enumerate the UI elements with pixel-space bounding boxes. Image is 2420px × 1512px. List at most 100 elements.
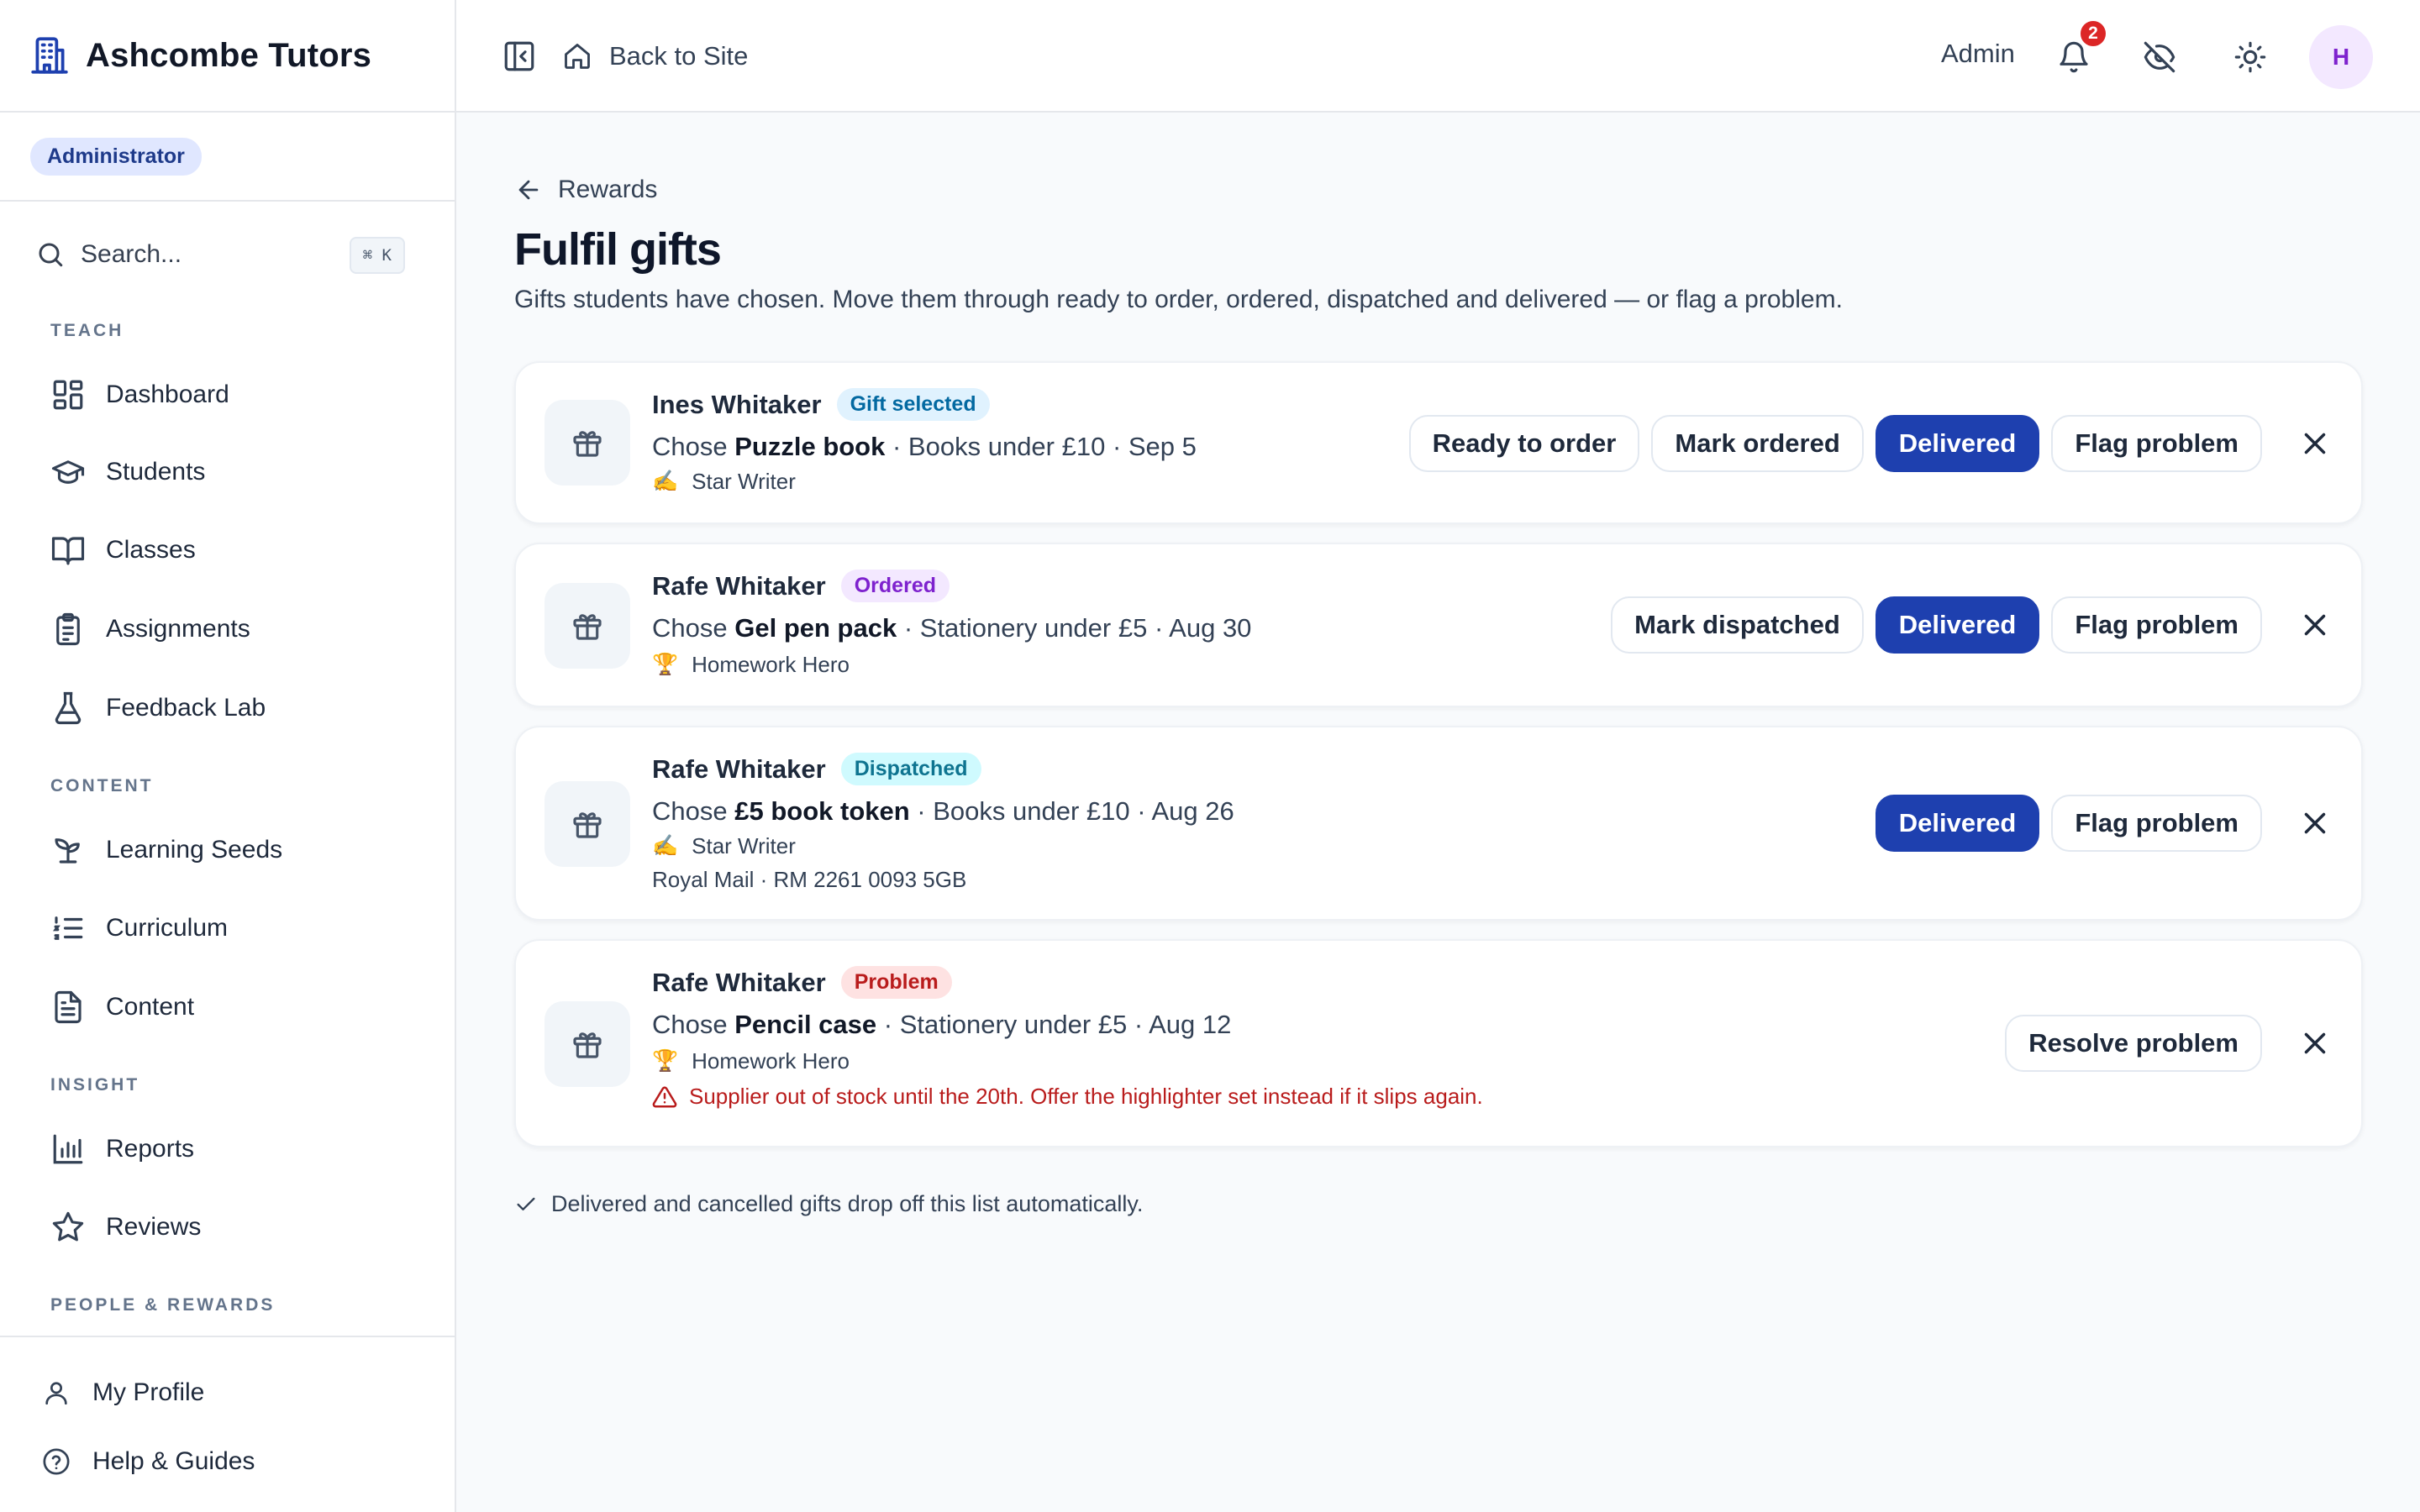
topbar: Back to Site Admin 2 H (456, 0, 2420, 113)
reward-badge-label: Star Writer (692, 469, 796, 494)
tracking-info: Royal Mail · RM 2261 0093 5GB (652, 867, 967, 892)
sidebar-item-feedback-lab[interactable]: Feedback Lab (35, 678, 422, 738)
eye-off-icon[interactable] (2143, 40, 2176, 74)
search-label: Search... (81, 240, 182, 268)
sprout-icon (55, 838, 80, 864)
sidebar-item-label: My Profile (92, 1378, 205, 1406)
sidebar-item-learning-seeds[interactable]: Learning Seeds (35, 820, 422, 880)
writing-hand-icon: ✍️ (652, 834, 679, 858)
trophy-icon: 🏆 (652, 653, 679, 676)
reward-badge: ✍️ Star Writer (652, 833, 796, 859)
delivered-button[interactable]: Delivered (1875, 415, 2040, 472)
sidebar-item-help[interactable]: Help & Guides (42, 1436, 255, 1487)
sidebar-item-curriculum[interactable]: Curriculum (35, 898, 422, 958)
sidebar-item-dashboard[interactable]: Dashboard (35, 365, 422, 425)
clipboard-icon (56, 612, 80, 646)
gift-meta: · Books under £10 · Sep 5 (892, 432, 1197, 461)
graduation-cap-icon (51, 460, 85, 484)
flag-problem-button[interactable]: Flag problem (2051, 596, 2262, 654)
student-name[interactable]: Ines Whitaker (652, 390, 822, 420)
role-badge: Administrator (30, 137, 202, 176)
gift-icon-box (544, 583, 630, 669)
sidebar: Ashcombe Tutors Administrator Search... … (0, 0, 456, 1512)
flask-icon (55, 691, 82, 725)
bar-chart-icon (53, 1134, 83, 1164)
chose-label: Chose (652, 432, 728, 461)
writing-hand-icon: ✍️ (652, 470, 679, 493)
close-icon[interactable] (2297, 1026, 2333, 1061)
close-icon[interactable] (2297, 426, 2333, 461)
reward-badge-label: Homework Hero (692, 1048, 850, 1074)
gift-card: Rafe Whitaker Problem Chose Pencil case … (514, 939, 2363, 1147)
gift-item: Pencil case (734, 1010, 877, 1039)
arrow-left-icon (518, 180, 539, 200)
problem-note: Supplier out of stock until the 20th. Of… (652, 1084, 1483, 1110)
back-to-site-label: Back to Site (609, 41, 749, 71)
admin-label[interactable]: Admin (1941, 39, 2015, 69)
sidebar-item-label: Dashboard (106, 381, 229, 408)
sidebar-search[interactable]: Search... ⌘ K (35, 225, 405, 284)
gift-header: Rafe Whitaker Problem (652, 966, 952, 999)
sidebar-item-my-profile[interactable]: My Profile (42, 1368, 204, 1418)
gift-summary: Chose Gel pen pack · Stationery under £5… (652, 613, 1251, 643)
section-insight: INSIGHT (50, 1075, 140, 1095)
mark-dispatched-button[interactable]: Mark dispatched (1611, 596, 1864, 654)
gift-icon (573, 431, 602, 457)
gift-meta: · Books under £10 · Aug 26 (917, 796, 1234, 826)
sidebar-item-students[interactable]: Students (35, 442, 422, 502)
close-icon[interactable] (2297, 607, 2333, 643)
numbered-list-icon (52, 916, 83, 940)
user-avatar[interactable]: H (2309, 25, 2373, 89)
reward-badge: 🏆 Homework Hero (652, 1048, 850, 1074)
gift-card: Rafe Whitaker Dispatched Chose £5 book t… (514, 726, 2363, 921)
document-icon (55, 990, 82, 1024)
sidebar-item-label: Classes (106, 536, 196, 564)
home-icon (565, 44, 590, 69)
check-icon (517, 1197, 535, 1210)
back-to-rewards-link[interactable]: Rewards (514, 171, 657, 208)
chose-label: Chose (652, 796, 728, 826)
reward-badge: ✍️ Star Writer (652, 469, 796, 495)
back-to-site-link[interactable]: Back to Site (562, 34, 748, 79)
sidebar-item-classes[interactable]: Classes (35, 520, 422, 580)
sidebar-item-assignments[interactable]: Assignments (35, 599, 422, 659)
collapse-sidebar-icon[interactable] (502, 39, 537, 74)
sidebar-item-content[interactable]: Content (35, 977, 422, 1037)
flag-problem-button[interactable]: Flag problem (2051, 415, 2262, 472)
search-icon (39, 243, 63, 267)
gift-meta: · Stationery under £5 · Aug 12 (883, 1010, 1232, 1039)
gift-item: Gel pen pack (734, 613, 897, 643)
notification-count-badge: 2 (2078, 18, 2108, 49)
status-badge: Dispatched (840, 753, 981, 785)
chose-label: Chose (652, 613, 728, 643)
mark-ordered-button[interactable]: Mark ordered (1651, 415, 1864, 472)
gift-summary: Chose £5 book token · Books under £10 · … (652, 796, 1234, 827)
back-label: Rewards (558, 176, 658, 203)
brand[interactable]: Ashcombe Tutors (0, 0, 455, 113)
reward-badge-label: Star Writer (692, 833, 796, 858)
page-title: Fulfil gifts (514, 224, 722, 275)
delivered-button[interactable]: Delivered (1875, 795, 2040, 852)
sun-icon[interactable] (2233, 40, 2267, 74)
section-teach: TEACH (50, 321, 124, 340)
ready-to-order-button[interactable]: Ready to order (1408, 415, 1640, 472)
flag-problem-button[interactable]: Flag problem (2051, 795, 2262, 852)
resolve-problem-button[interactable]: Resolve problem (2005, 1015, 2262, 1072)
student-name[interactable]: Rafe Whitaker (652, 571, 826, 601)
sidebar-item-label: Content (106, 993, 195, 1021)
student-name[interactable]: Rafe Whitaker (652, 754, 826, 785)
student-name[interactable]: Rafe Whitaker (652, 968, 826, 998)
section-people-rewards: PEOPLE & REWARDS (50, 1295, 276, 1315)
sidebar-item-label: Learning Seeds (106, 836, 283, 864)
building-logo-icon (31, 37, 68, 74)
gift-icon-box (544, 400, 630, 486)
sidebar-item-label: Reviews (106, 1213, 202, 1241)
gift-actions: Resolve problem (1993, 1015, 2333, 1072)
gift-icon (573, 812, 602, 838)
sidebar-item-reviews[interactable]: Reviews (35, 1197, 422, 1257)
sidebar-item-reports[interactable]: Reports (35, 1119, 422, 1179)
close-icon[interactable] (2297, 806, 2333, 841)
reward-badge-label: Homework Hero (692, 652, 850, 677)
status-badge: Problem (840, 966, 952, 999)
delivered-button[interactable]: Delivered (1875, 596, 2040, 654)
